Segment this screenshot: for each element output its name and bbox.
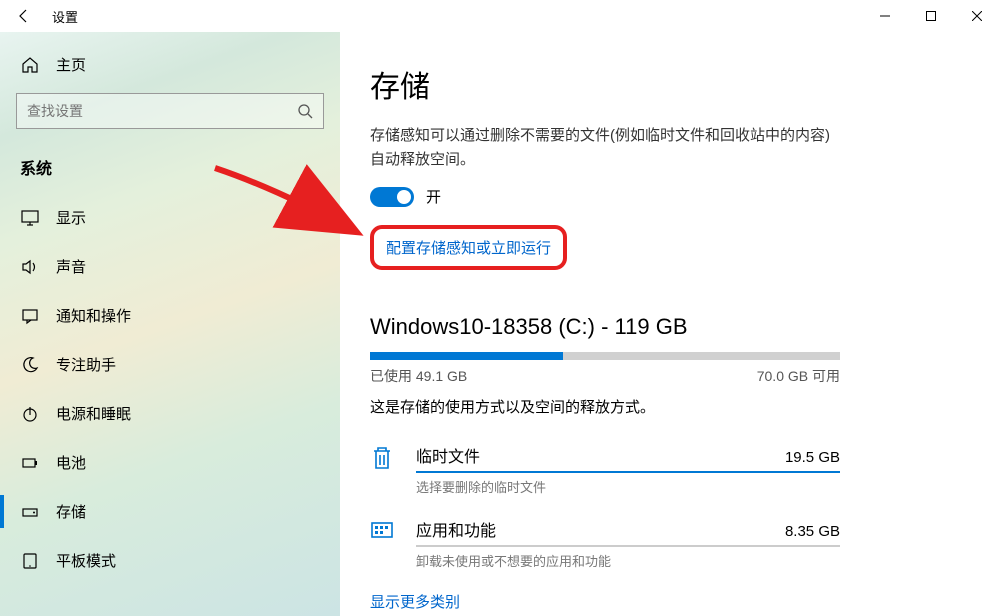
sidebar-item-label: 存储: [56, 501, 86, 522]
usage-bar: [370, 352, 840, 360]
category-name: 临时文件: [416, 443, 480, 467]
category-name: 应用和功能: [416, 517, 496, 541]
sidebar: 主页 系统 显示声音通知和操作专注助手电源和睡眠电池存储平板模式: [0, 32, 340, 616]
configure-storage-sense-link[interactable]: 配置存储感知或立即运行: [370, 225, 567, 270]
used-label: 已使用 49.1 GB: [370, 366, 467, 386]
storage-category-row[interactable]: 应用和功能 8.35 GB 卸载未使用或不想要的应用和功能: [370, 509, 840, 583]
usage-bar-used: [370, 352, 563, 360]
sidebar-item-notifications[interactable]: 通知和操作: [0, 291, 340, 340]
sidebar-item-display[interactable]: 显示: [0, 193, 340, 242]
sidebar-item-storage[interactable]: 存储: [0, 487, 340, 536]
category-bar: [416, 545, 840, 547]
storage-sense-description: 存储感知可以通过删除不需要的文件(例如临时文件和回收站中的内容)自动释放空间。: [370, 124, 830, 172]
sidebar-item-label: 电池: [56, 452, 86, 473]
trash-icon: [370, 445, 398, 471]
section-title: 系统: [0, 145, 340, 193]
close-button[interactable]: [954, 0, 1000, 32]
page-title: 存储: [370, 62, 958, 106]
apps-icon: [370, 519, 398, 543]
drive-icon: [20, 502, 40, 522]
home-label: 主页: [56, 54, 86, 75]
sidebar-item-label: 电源和睡眠: [56, 403, 131, 424]
storage-category-row[interactable]: 临时文件 19.5 GB 选择要删除的临时文件: [370, 435, 840, 509]
sidebar-item-tablet[interactable]: 平板模式: [0, 536, 340, 585]
drive-description: 这是存储的使用方式以及空间的释放方式。: [370, 396, 958, 417]
home-nav[interactable]: 主页: [0, 44, 340, 85]
category-size: 8.35 GB: [785, 523, 840, 540]
search-input[interactable]: [27, 103, 297, 119]
home-icon: [20, 55, 40, 75]
sidebar-item-label: 显示: [56, 207, 86, 228]
category-size: 19.5 GB: [785, 449, 840, 466]
category-subtext: 卸载未使用或不想要的应用和功能: [416, 551, 840, 570]
sidebar-item-power[interactable]: 电源和睡眠: [0, 389, 340, 438]
sidebar-item-sound[interactable]: 声音: [0, 242, 340, 291]
content-area: 存储 存储感知可以通过删除不需要的文件(例如临时文件和回收站中的内容)自动释放空…: [340, 32, 1000, 616]
free-label: 70.0 GB 可用: [757, 366, 840, 386]
titlebar: 设置: [0, 0, 1000, 32]
maximize-button[interactable]: [908, 0, 954, 32]
sidebar-item-label: 专注助手: [56, 354, 116, 375]
window-title: 设置: [52, 7, 78, 26]
storage-sense-toggle[interactable]: [370, 187, 414, 207]
sidebar-item-label: 平板模式: [56, 550, 116, 571]
sidebar-item-label: 通知和操作: [56, 305, 131, 326]
sidebar-item-battery[interactable]: 电池: [0, 438, 340, 487]
speaker-icon: [20, 257, 40, 277]
show-more-categories-link[interactable]: 显示更多类别: [370, 591, 460, 612]
monitor-icon: [20, 208, 40, 228]
drive-title: Windows10-18358 (C:) - 119 GB: [370, 314, 958, 340]
toggle-state-label: 开: [426, 186, 441, 207]
back-button[interactable]: [8, 0, 40, 32]
category-bar: [416, 471, 840, 473]
moon-icon: [20, 355, 40, 375]
search-box[interactable]: [16, 93, 324, 129]
sidebar-item-label: 声音: [56, 256, 86, 277]
minimize-button[interactable]: [862, 0, 908, 32]
battery-icon: [20, 453, 40, 473]
tablet-icon: [20, 551, 40, 571]
power-icon: [20, 404, 40, 424]
category-subtext: 选择要删除的临时文件: [416, 477, 840, 496]
search-icon: [297, 103, 313, 119]
sidebar-item-focus[interactable]: 专注助手: [0, 340, 340, 389]
message-icon: [20, 306, 40, 326]
